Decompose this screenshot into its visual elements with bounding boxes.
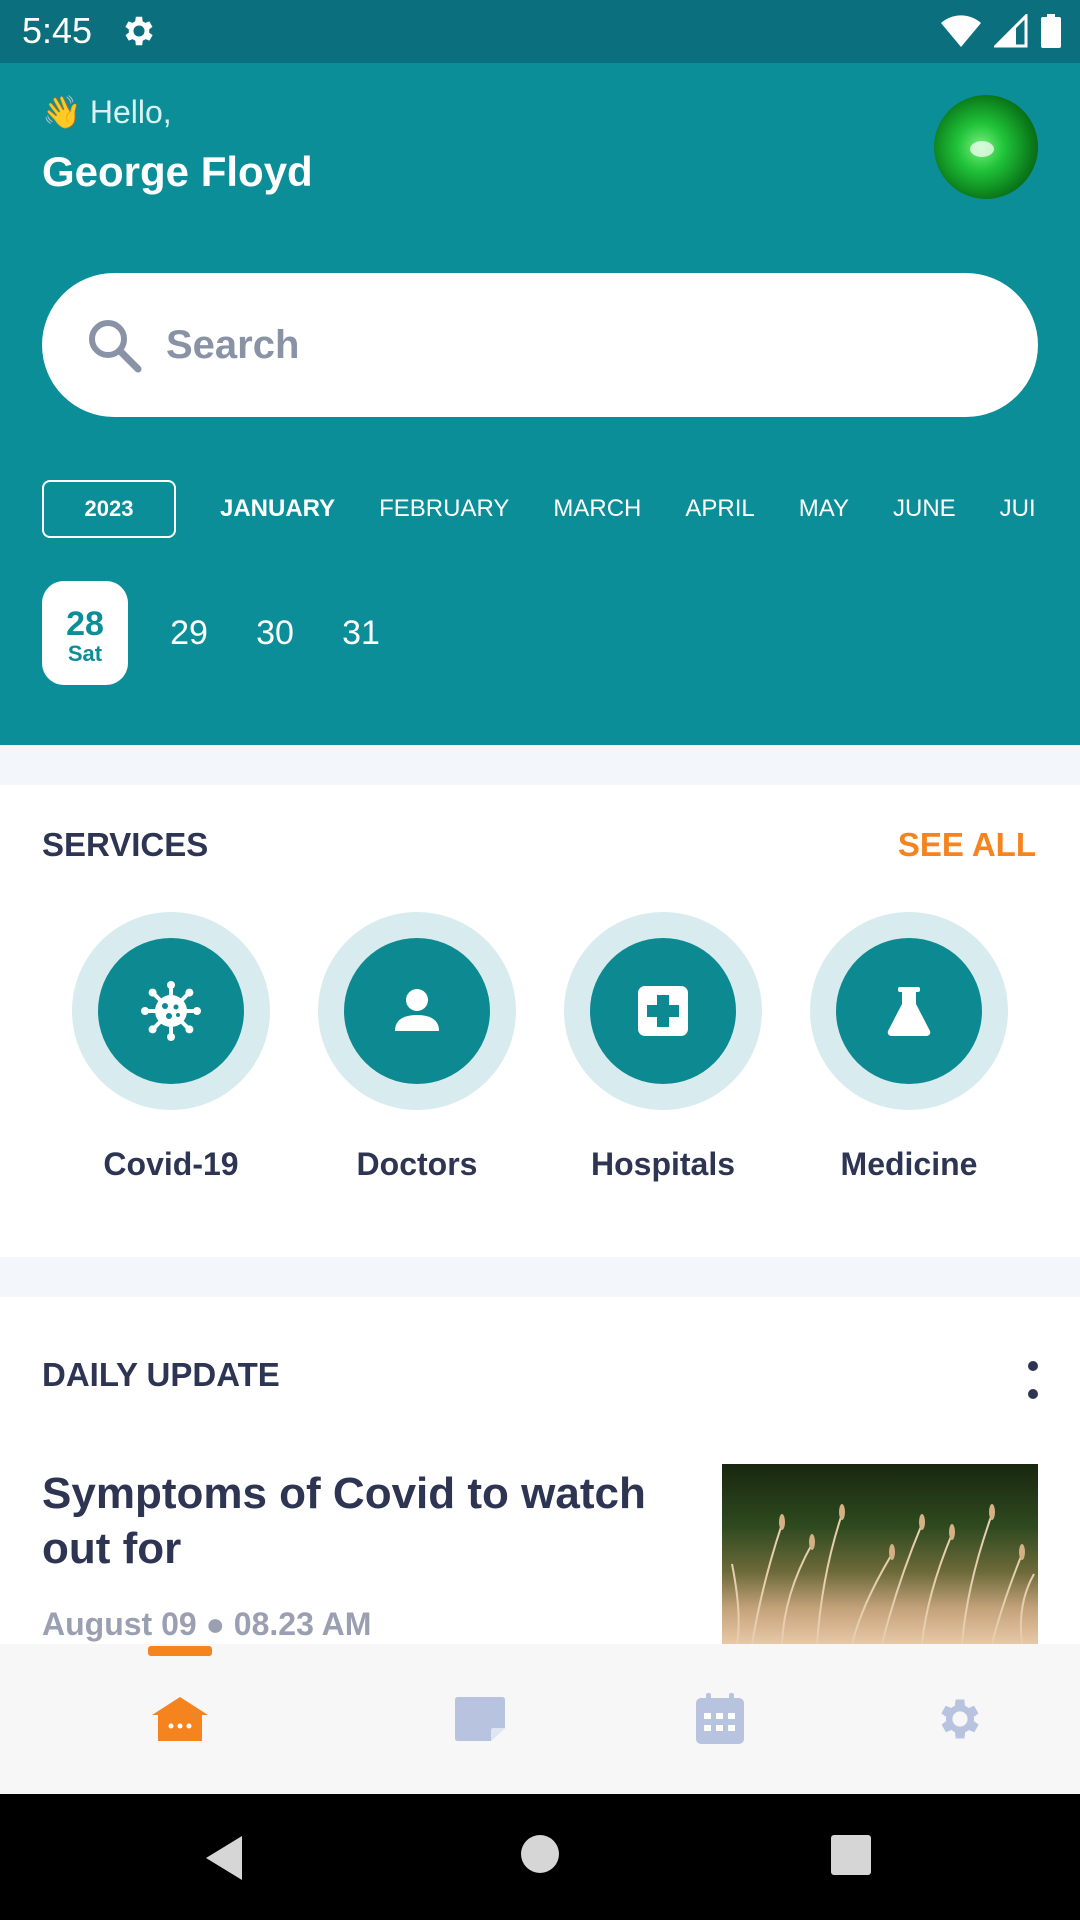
service-ring bbox=[72, 912, 270, 1110]
wave-hand-icon: 👋 bbox=[42, 94, 82, 130]
service-label: Covid-19 bbox=[103, 1146, 239, 1182]
home-system-icon[interactable] bbox=[520, 1834, 560, 1874]
wifi-icon bbox=[941, 15, 981, 48]
section-divider bbox=[0, 745, 1080, 785]
nav-calendar[interactable] bbox=[660, 1644, 780, 1794]
service-circle bbox=[836, 938, 982, 1084]
month-january[interactable]: JANUARY bbox=[220, 495, 335, 523]
avatar[interactable] bbox=[934, 95, 1038, 199]
user-name: George Floyd bbox=[42, 148, 313, 195]
greeting: 👋 Hello, bbox=[42, 93, 172, 131]
service-label: Doctors bbox=[356, 1146, 478, 1182]
month-may[interactable]: MAY bbox=[799, 495, 849, 523]
service-label: Hospitals bbox=[590, 1146, 736, 1182]
see-all-button[interactable]: SEE ALL bbox=[898, 826, 1036, 864]
flask-icon bbox=[887, 987, 931, 1036]
service-medicine[interactable]: Medicine bbox=[809, 912, 1009, 1202]
section-divider bbox=[0, 1257, 1080, 1297]
service-circle bbox=[344, 938, 490, 1084]
status-time: 5:45 bbox=[22, 10, 93, 51]
settings-status-icon bbox=[125, 16, 153, 46]
service-ring bbox=[564, 912, 762, 1110]
settings-icon bbox=[941, 1699, 979, 1739]
service-hospitals[interactable]: Hospitals bbox=[563, 912, 763, 1202]
service-circle bbox=[590, 938, 736, 1084]
month-june[interactable]: JUNE bbox=[893, 495, 956, 523]
service-doctors[interactable]: Doctors bbox=[317, 912, 517, 1202]
avatar-highlight bbox=[970, 141, 994, 157]
year-button[interactable]: 2023 bbox=[42, 480, 176, 538]
person-icon bbox=[395, 989, 439, 1031]
virus-icon bbox=[141, 981, 201, 1041]
status-icons bbox=[940, 12, 1062, 50]
service-ring bbox=[810, 912, 1008, 1110]
nav-home[interactable] bbox=[120, 1644, 240, 1794]
search-icon bbox=[89, 320, 142, 373]
selected-date[interactable]: 28 Sat bbox=[42, 581, 128, 685]
month-april[interactable]: APRIL bbox=[685, 495, 754, 523]
month-july[interactable]: JUI bbox=[1000, 495, 1036, 523]
nav-settings[interactable] bbox=[900, 1644, 1020, 1794]
date-selector: 28 Sat 29 30 31 bbox=[42, 581, 386, 685]
month-selector: 2023 JANUARY FEBRUARY MARCH APRIL MAY JU… bbox=[42, 479, 1042, 539]
date-29[interactable]: 29 bbox=[164, 614, 214, 653]
back-icon[interactable] bbox=[202, 1834, 246, 1882]
selected-date-number: 28 bbox=[66, 605, 104, 643]
nav-news[interactable] bbox=[420, 1644, 540, 1794]
bottom-nav bbox=[0, 1644, 1080, 1794]
article-image[interactable] bbox=[722, 1464, 1038, 1644]
news-icon bbox=[455, 1697, 505, 1741]
header: 👋 Hello, George Floyd 2023 JANUARY FEBRU… bbox=[0, 63, 1080, 745]
search-input[interactable] bbox=[164, 321, 968, 369]
greeting-text: Hello, bbox=[89, 93, 172, 130]
month-march[interactable]: MARCH bbox=[553, 495, 641, 523]
search-bar[interactable] bbox=[42, 273, 1038, 417]
services-title: SERVICES bbox=[42, 826, 209, 863]
date-30[interactable]: 30 bbox=[250, 614, 300, 653]
article-meta: August 09 ● 08.23 AM bbox=[42, 1606, 372, 1642]
battery-icon bbox=[1041, 14, 1061, 48]
signal-icon bbox=[994, 14, 1028, 48]
service-label: Medicine bbox=[840, 1146, 978, 1182]
recents-icon[interactable] bbox=[831, 1835, 871, 1875]
daily-update-title: DAILY UPDATE bbox=[42, 1356, 280, 1393]
status-bar: 5:45 bbox=[0, 0, 1080, 63]
calendar-icon bbox=[696, 1693, 744, 1744]
hospital-cross-icon bbox=[638, 986, 688, 1036]
grass-image bbox=[731, 1504, 1035, 1644]
article-title[interactable]: Symptoms of Covid to watch out for bbox=[42, 1466, 682, 1576]
service-covid[interactable]: Covid-19 bbox=[71, 912, 271, 1202]
service-circle bbox=[98, 938, 244, 1084]
month-february[interactable]: FEBRUARY bbox=[379, 495, 509, 523]
more-vertical-icon[interactable] bbox=[1026, 1360, 1040, 1400]
service-ring bbox=[318, 912, 516, 1110]
date-31[interactable]: 31 bbox=[336, 614, 386, 653]
selected-date-day: Sat bbox=[67, 641, 103, 666]
system-nav-bar bbox=[0, 1794, 1080, 1920]
home-icon bbox=[152, 1697, 208, 1741]
